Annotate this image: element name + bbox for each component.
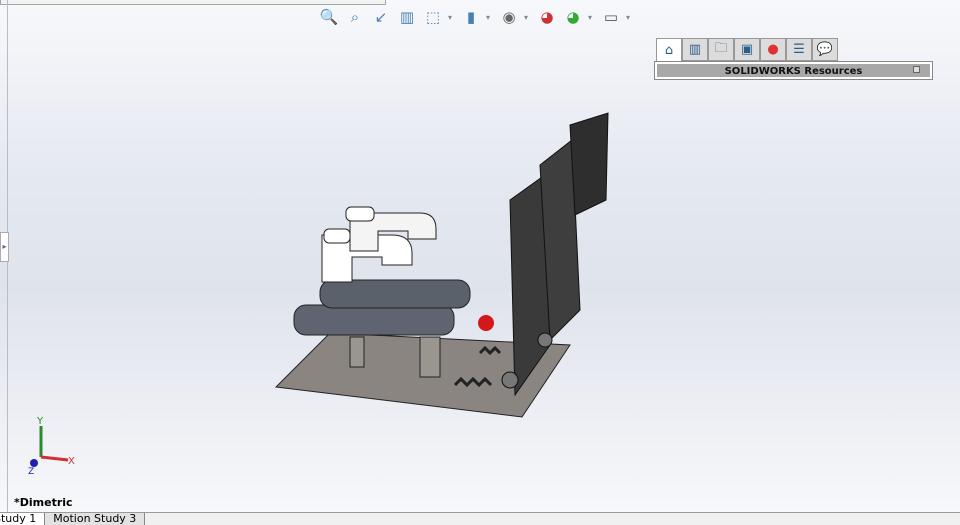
view-palette-icon[interactable]: ▣	[734, 38, 760, 61]
pedal-plate-3	[569, 112, 609, 216]
red-stop-button	[478, 315, 494, 331]
tab-motion-study-3[interactable]: Motion Study 3	[45, 513, 146, 525]
view-orientation-icon[interactable]: ⬚	[422, 6, 444, 28]
y-axis-label: Y	[36, 416, 44, 427]
view-settings-icon[interactable]: ▭	[600, 6, 622, 28]
panel-collapse-handle[interactable]: ▸	[0, 232, 9, 262]
custom-properties-icon[interactable]: ☰	[786, 38, 812, 61]
view-orientation-name: *Dimetric	[14, 496, 73, 509]
zoom-to-fit-icon[interactable]: 🔍	[318, 6, 340, 28]
hide-show-items-icon[interactable]: ◉	[498, 6, 520, 28]
resources-panel: SOLIDWORKS Resources	[654, 61, 933, 80]
chevron-down-icon[interactable]: ▾	[486, 13, 494, 22]
task-pane: ⌂ ▥ 🗀 ▣ ● ☰ 💬 SOLIDWORKS Resources	[654, 38, 933, 81]
file-explorer-icon[interactable]: 🗀	[708, 38, 734, 61]
tab-study-1[interactable]: Study 1	[0, 513, 46, 525]
z-axis-label: Z	[28, 467, 34, 474]
display-style-icon[interactable]: ▮	[460, 6, 482, 28]
pin-icon[interactable]	[913, 66, 920, 73]
design-library-icon[interactable]: ▥	[682, 38, 708, 61]
x-axis-label: X	[68, 456, 75, 467]
feature-manager-edge	[0, 0, 386, 5]
previous-view-icon[interactable]: ↙	[370, 6, 392, 28]
appearances-icon[interactable]: ●	[760, 38, 786, 61]
bottom-tab-bar: Study 1 Motion Study 3	[0, 512, 960, 525]
forum-icon[interactable]: 💬	[812, 38, 838, 61]
master-cylinder-1	[293, 304, 455, 336]
edit-appearance-icon[interactable]: ◕	[536, 6, 558, 28]
pedal-assembly-model[interactable]	[270, 105, 620, 425]
heads-up-view-toolbar: 🔍 ⌕ ↙ ▥ ⬚ ▾ ▮ ▾ ◉ ▾ ◕ ◕ ▾ ▭ ▾	[318, 6, 634, 28]
resources-title: SOLIDWORKS Resources	[724, 66, 863, 77]
zoom-to-area-icon[interactable]: ⌕	[344, 6, 366, 28]
section-view-icon[interactable]: ▥	[396, 6, 418, 28]
apply-scene-icon[interactable]: ◕	[562, 6, 584, 28]
chevron-down-icon[interactable]: ▾	[524, 13, 532, 22]
chevron-down-icon[interactable]: ▾	[626, 13, 634, 22]
master-cylinder-2	[319, 279, 471, 309]
chevron-down-icon[interactable]: ▾	[448, 13, 456, 22]
home-icon[interactable]: ⌂	[656, 38, 682, 61]
axis-triad: Y X Z	[28, 416, 75, 474]
chevron-down-icon[interactable]: ▾	[588, 13, 596, 22]
